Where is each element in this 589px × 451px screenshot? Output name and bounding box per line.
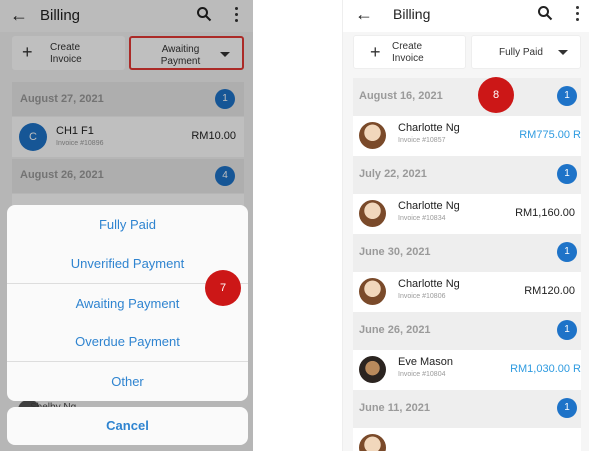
chevron-down-icon [558, 50, 568, 55]
invoice-row[interactable]: Charlotte Ng Invoice #10834 RM1,160.00 [353, 194, 581, 234]
page-title: Billing [393, 6, 431, 22]
avatar [359, 278, 386, 305]
count-badge: 1 [557, 242, 577, 262]
count-badge: 1 [557, 164, 577, 184]
right-screen: ← Billing + Create Invoice Fully Paid Au… [342, 0, 589, 451]
customer-name: Eve Mason [398, 356, 454, 368]
invoice-number: Invoice #10806 [398, 293, 446, 300]
step-marker: 7 [205, 270, 241, 306]
count-badge: 1 [557, 320, 577, 340]
step-marker: 8 [478, 77, 514, 113]
count-badge: 1 [557, 398, 577, 418]
invoice-amount: RM1,030.00 R [510, 363, 581, 375]
count-badge: 1 [557, 86, 577, 106]
date-group-header: June 30, 2021 1 [353, 234, 581, 272]
avatar [359, 356, 386, 383]
option-other[interactable]: Other [7, 361, 248, 400]
left-screen: ← Billing + Create Invoice Awaiting Paym… [0, 0, 253, 451]
create-invoice-button[interactable]: + Create Invoice [353, 35, 466, 69]
invoice-row[interactable]: Eve Mason Invoice #10804 RM1,030.00 R [353, 350, 581, 390]
avatar [359, 200, 386, 227]
invoice-row[interactable] [353, 428, 581, 451]
date-group-header: August 16, 2021 1 [353, 78, 581, 116]
invoice-amount: RM775.00 R [519, 129, 581, 141]
date-group-header: June 26, 2021 1 [353, 312, 581, 350]
app-bar: ← Billing [343, 0, 589, 32]
avatar [359, 434, 386, 451]
invoice-list: August 16, 2021 1 Charlotte Ng Invoice #… [353, 78, 581, 451]
invoice-amount: RM1,160.00 [515, 207, 575, 219]
invoice-row[interactable]: Charlotte Ng Invoice #10806 RM120.00 [353, 272, 581, 312]
invoice-number: Invoice #10834 [398, 215, 446, 222]
option-overdue-payment[interactable]: Overdue Payment [7, 322, 248, 361]
status-filter-dropdown[interactable]: Fully Paid [471, 35, 581, 69]
more-options-icon[interactable] [575, 5, 579, 21]
invoice-number: Invoice #10857 [398, 137, 446, 144]
cancel-button[interactable]: Cancel [7, 407, 248, 445]
status-options-sheet: Fully Paid Unverified Payment Awaiting P… [7, 205, 248, 401]
customer-name: Charlotte Ng [398, 122, 460, 134]
invoice-number: Invoice #10804 [398, 371, 446, 378]
option-fully-paid[interactable]: Fully Paid [7, 205, 248, 244]
back-arrow-icon[interactable]: ← [355, 5, 373, 23]
search-icon[interactable] [537, 5, 553, 21]
invoice-amount: RM120.00 [524, 285, 575, 297]
avatar [359, 122, 386, 149]
date-group-header: July 22, 2021 1 [353, 156, 581, 194]
customer-name: Charlotte Ng [398, 200, 460, 212]
date-group-header: June 11, 2021 1 [353, 390, 581, 428]
invoice-row[interactable]: Charlotte Ng Invoice #10857 RM775.00 R [353, 116, 581, 156]
plus-icon: + [370, 42, 381, 62]
customer-name: Charlotte Ng [398, 278, 460, 290]
